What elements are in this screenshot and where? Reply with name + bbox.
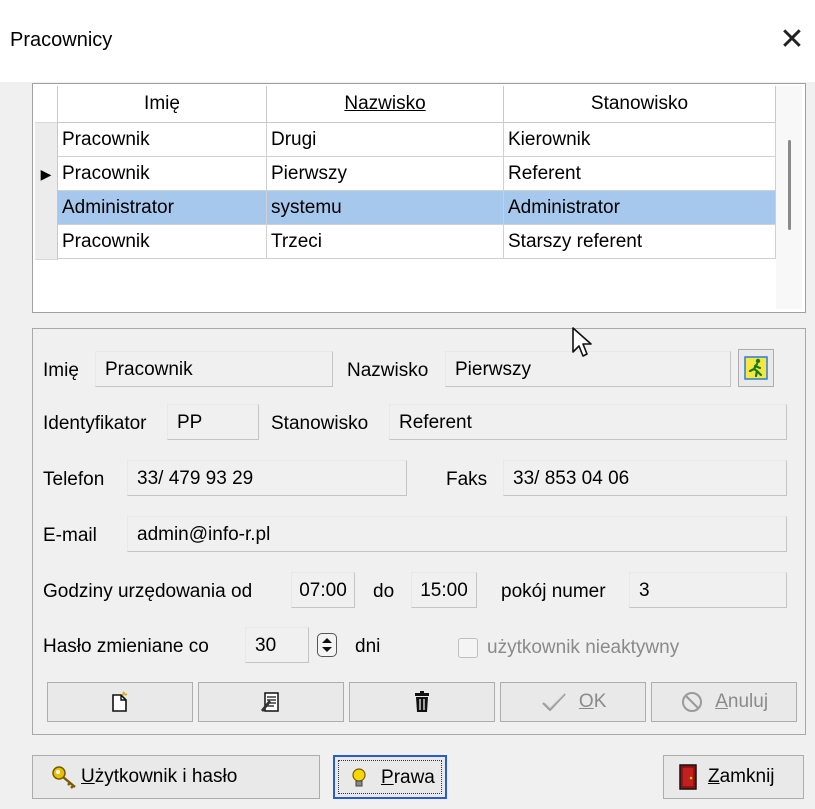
user-button-mnemonic: U <box>81 766 95 787</box>
close-dialog-button[interactable]: Zamknij <box>663 755 804 799</box>
godziny-od-field[interactable]: 07:00 <box>291 572 355 608</box>
do-label: do <box>373 581 395 602</box>
user-and-password-button[interactable]: Użytkownik i hasło <box>32 755 320 799</box>
scrollbar-thumb[interactable] <box>788 140 791 230</box>
grid-vertical-scrollbar[interactable] <box>776 86 802 309</box>
rights-button-label-rest: rawa <box>393 767 435 788</box>
pokoj-field[interactable]: 3 <box>629 572 787 608</box>
current-row-indicator[interactable]: ▶ <box>35 157 58 192</box>
ok-mnemonic: O <box>578 691 594 712</box>
faks-field[interactable]: 33/ 853 04 06 <box>503 460 787 496</box>
lightbulb-icon <box>352 768 366 787</box>
employees-grid[interactable]: Imię Nazwisko Stanowisko Pracownik Drugi… <box>32 83 806 313</box>
anuluj-mnemonic: A <box>715 691 728 712</box>
table-cell[interactable]: Starszy referent <box>504 225 776 259</box>
trash-icon <box>415 690 429 712</box>
telefon-field[interactable]: 33/ 479 93 29 <box>127 460 407 496</box>
pokoj-label: pokój numer <box>501 581 606 602</box>
imie-label: Imię <box>43 360 79 381</box>
row-indicator[interactable] <box>35 225 58 260</box>
delete-record-button[interactable] <box>349 682 495 722</box>
edit-document-icon <box>261 692 279 712</box>
edit-record-button[interactable] <box>198 682 344 722</box>
table-cell-selected[interactable]: systemu <box>267 191 504 225</box>
godziny-label: Godziny urzędowania od <box>43 581 253 602</box>
imie-field[interactable]: Pracownik <box>95 351 333 387</box>
checkmark-icon <box>541 693 566 712</box>
table-cell[interactable]: Pierwszy <box>267 157 504 191</box>
run-button[interactable] <box>738 349 774 387</box>
employee-details-panel: Imię Pracownik Nazwisko Pierwszy Identyf… <box>32 328 806 735</box>
stanowisko-label: Stanowisko <box>271 413 369 434</box>
table-cell[interactable]: Pracownik <box>58 123 267 157</box>
grid-corner <box>35 86 58 123</box>
close-button[interactable]: ✕ <box>772 20 812 60</box>
table-cell-selected[interactable]: Administrator <box>504 191 776 225</box>
close-button-label-rest: amknij <box>719 766 775 787</box>
haslo-label: Hasło zmieniane co <box>43 636 209 657</box>
ok-label-rest: K <box>593 691 607 712</box>
table-cell[interactable]: Pracownik <box>58 225 267 259</box>
table-cell[interactable]: Drugi <box>267 123 504 157</box>
nieaktywny-checkbox[interactable] <box>458 638 478 658</box>
email-field[interactable]: admin@info-r.pl <box>127 516 787 552</box>
employees-window: Pracownicy ✕ Imię Nazwisko Stanowisko Pr… <box>0 0 815 809</box>
key-icon <box>52 766 76 789</box>
spinner-arrows-icon <box>322 638 332 652</box>
table-cell[interactable]: Pracownik <box>58 157 267 191</box>
column-header-imie[interactable]: Imię <box>58 86 267 123</box>
user-button-label-rest: żytkownik i hasło <box>94 766 238 787</box>
table-cell[interactable]: Kierownik <box>504 123 776 157</box>
title-bar: Pracownicy ✕ <box>0 0 815 82</box>
table-cell[interactable]: Referent <box>504 157 776 191</box>
ok-button[interactable]: OK <box>500 682 646 722</box>
cancel-button[interactable]: Anuluj <box>651 682 797 722</box>
cancel-icon <box>681 691 702 712</box>
godziny-do-field[interactable]: 15:00 <box>411 572 477 608</box>
new-record-button[interactable] <box>47 682 193 722</box>
email-label: E-mail <box>43 525 97 546</box>
stanowisko-field[interactable]: Referent <box>389 404 787 440</box>
table-cell[interactable]: Trzeci <box>267 225 504 259</box>
new-document-icon <box>112 691 128 712</box>
identyfikator-label: Identyfikator <box>43 413 147 434</box>
table-cell-selected[interactable]: Administrator <box>58 191 267 225</box>
row-indicator[interactable] <box>35 123 58 158</box>
running-man-icon <box>744 356 768 380</box>
anuluj-label-rest: nuluj <box>727 691 769 712</box>
close-button-mnemonic: Z <box>708 766 720 787</box>
telefon-label: Telefon <box>43 469 105 490</box>
row-indicator[interactable] <box>35 191 58 226</box>
mouse-pointer-icon <box>572 327 592 357</box>
faks-label: Faks <box>446 469 488 490</box>
rights-button[interactable]: Prawa <box>333 755 447 799</box>
haslo-spinner[interactable] <box>317 633 337 657</box>
nazwisko-label: Nazwisko <box>347 360 429 381</box>
rights-button-mnemonic: P <box>381 767 394 788</box>
dni-label: dni <box>355 636 381 657</box>
column-header-stanowisko[interactable]: Stanowisko <box>504 86 776 123</box>
nieaktywny-label: użytkownik nieaktywny <box>487 637 680 658</box>
column-header-nazwisko[interactable]: Nazwisko <box>267 86 504 123</box>
identyfikator-field[interactable]: PP <box>167 404 259 440</box>
window-title: Pracownicy <box>10 29 113 51</box>
door-icon <box>679 764 697 790</box>
haslo-interval-field[interactable]: 30 <box>245 627 309 663</box>
